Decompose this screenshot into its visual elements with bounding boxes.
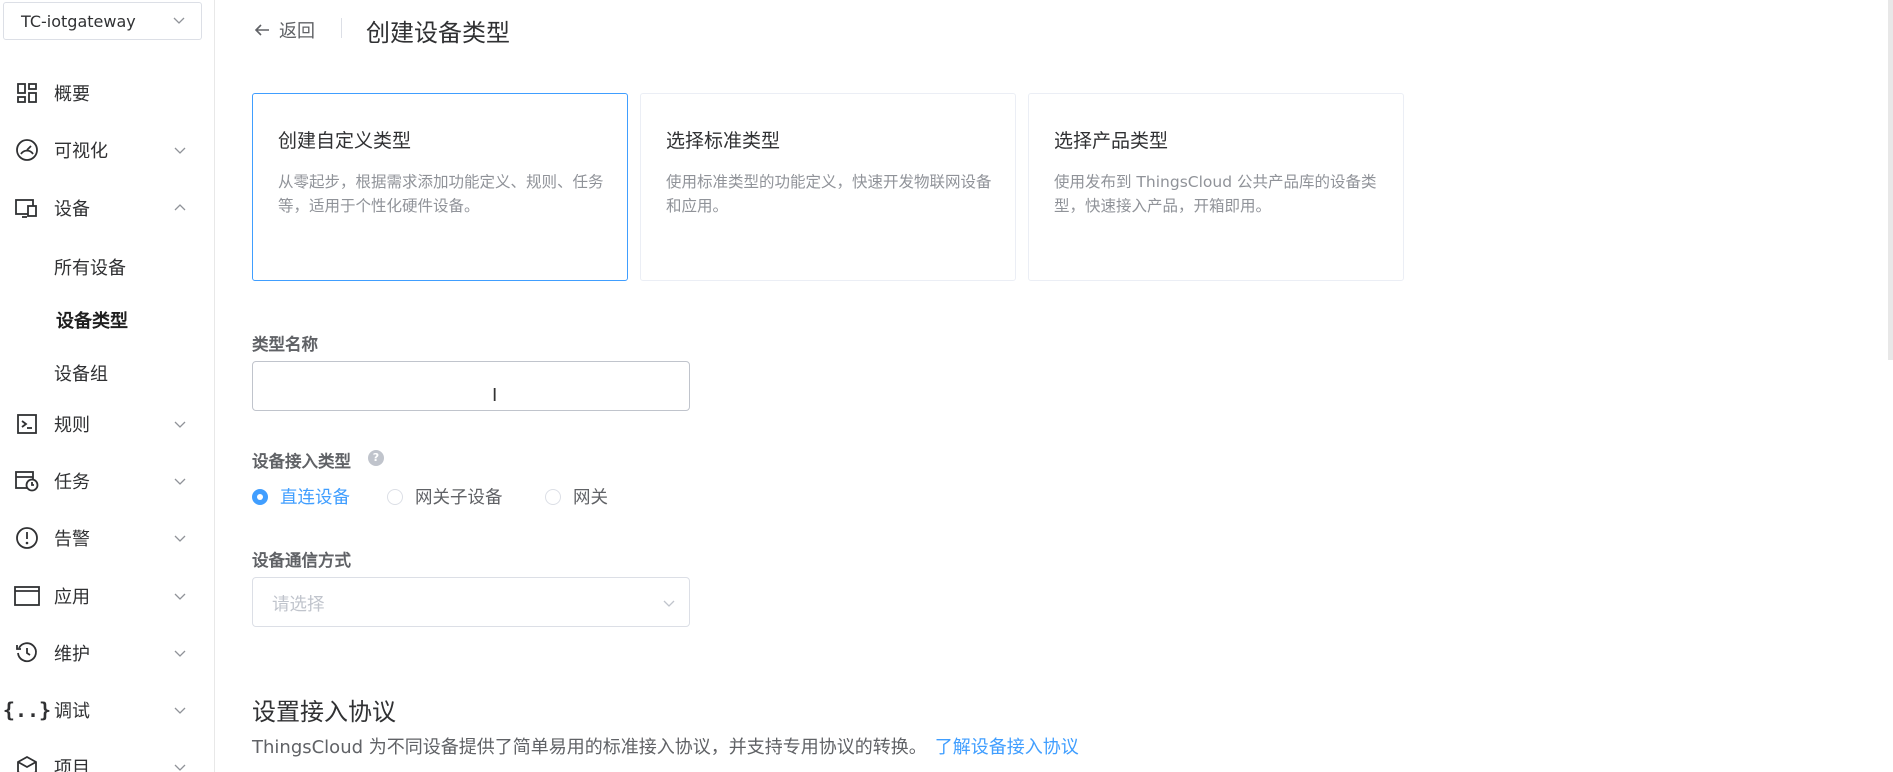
braces-icon: {..} xyxy=(2,698,52,722)
scrollbar[interactable] xyxy=(1888,0,1893,360)
history-icon xyxy=(14,640,40,666)
main-content: 返回 创建设备类型 创建自定义类型 从零起步，根据需求添加功能定义、规则、任务等… xyxy=(215,0,1893,772)
comm-method-label: 设备通信方式 xyxy=(252,551,351,570)
nav-item-tasks[interactable]: 任务 xyxy=(0,461,214,501)
type-name-input[interactable] xyxy=(252,361,690,411)
protocol-desc-text: ThingsCloud 为不同设备提供了简单易用的标准接入协议，并支持专用协议的… xyxy=(252,737,927,758)
back-button[interactable]: 返回 xyxy=(253,17,315,43)
window-icon xyxy=(14,583,40,609)
nav-item-alerts[interactable]: 告警 xyxy=(0,518,214,558)
nav-label: 可视化 xyxy=(54,141,108,162)
devices-icon xyxy=(14,195,40,221)
card-custom-type[interactable]: 创建自定义类型 从零起步，根据需求添加功能定义、规则、任务等，适用于个性化硬件设… xyxy=(252,93,628,281)
chevron-down-icon xyxy=(174,593,186,600)
chevron-down-icon xyxy=(663,600,675,607)
radio-label: 直连设备 xyxy=(280,488,350,508)
nav-item-visualization[interactable]: 可视化 xyxy=(0,130,214,170)
nav-label: 规则 xyxy=(54,415,90,436)
arrow-left-icon xyxy=(254,24,269,36)
nav-item-apps[interactable]: 应用 xyxy=(0,576,214,616)
org-select[interactable]: TC-iotgateway xyxy=(3,2,202,40)
nav-label: 设备 xyxy=(54,199,90,220)
sidebar-item-all-devices[interactable]: 所有设备 xyxy=(54,254,126,280)
radio-dot xyxy=(252,488,268,505)
nav-item-rules[interactable]: 规则 xyxy=(0,404,214,444)
terminal-icon xyxy=(14,411,40,437)
protocol-section-title: 设置接入协议 xyxy=(252,698,396,726)
nav-item-overview[interactable]: 概要 xyxy=(0,73,214,113)
calendar-clock-icon xyxy=(14,468,40,494)
nav-label: 调试 xyxy=(54,701,90,722)
box-icon xyxy=(14,754,40,772)
alert-icon xyxy=(14,525,40,551)
card-title: 选择产品类型 xyxy=(1054,130,1169,152)
sidebar: TC-iotgateway 概要 可视化 设备 所有设备 设备类型 设备组 规则 xyxy=(0,0,215,772)
nav-item-projects[interactable]: 项目 xyxy=(0,747,214,772)
gauge-icon xyxy=(14,137,40,163)
nav-label: 告警 xyxy=(54,529,90,550)
radio-dot xyxy=(387,488,403,505)
radio-direct-device[interactable]: 直连设备 xyxy=(252,484,350,509)
chevron-down-icon xyxy=(174,707,186,714)
text-cursor-icon: I xyxy=(492,385,498,406)
page-title: 创建设备类型 xyxy=(366,19,510,47)
nav-label: 任务 xyxy=(54,472,90,493)
card-desc: 从零起步，根据需求添加功能定义、规则、任务等，适用于个性化硬件设备。 xyxy=(278,173,604,215)
chevron-down-icon xyxy=(174,478,186,485)
access-type-label: 设备接入类型 xyxy=(252,452,351,471)
nav-label: 维护 xyxy=(54,644,90,665)
sidebar-item-device-types[interactable]: 设备类型 xyxy=(56,307,128,333)
card-title: 选择标准类型 xyxy=(666,130,781,152)
chevron-down-icon xyxy=(174,421,186,428)
protocol-section-desc: ThingsCloud 为不同设备提供了简单易用的标准接入协议，并支持专用协议的… xyxy=(252,733,1079,759)
dashboard-icon xyxy=(14,80,40,106)
nav-item-debug[interactable]: {..} 调试 xyxy=(0,690,214,730)
nav-label: 概要 xyxy=(54,84,90,105)
comm-method-select[interactable]: 请选择 xyxy=(252,577,690,627)
card-title: 创建自定义类型 xyxy=(278,130,412,152)
help-icon[interactable]: ? xyxy=(368,450,384,466)
card-desc: 使用标准类型的功能定义，快速开发物联网设备和应用。 xyxy=(666,173,992,215)
chevron-down-icon xyxy=(174,535,186,542)
select-placeholder: 请选择 xyxy=(272,595,325,615)
radio-gateway[interactable]: 网关 xyxy=(545,484,608,509)
learn-protocol-link[interactable]: 了解设备接入协议 xyxy=(935,737,1079,758)
chevron-up-icon xyxy=(174,204,186,211)
card-standard-type[interactable]: 选择标准类型 使用标准类型的功能定义，快速开发物联网设备和应用。 xyxy=(640,93,1016,281)
nav-label: 项目 xyxy=(54,758,90,772)
nav-item-maintenance[interactable]: 维护 xyxy=(0,633,214,673)
chevron-down-icon xyxy=(174,764,186,771)
card-product-type[interactable]: 选择产品类型 使用发布到 ThingsCloud 公共产品库的设备类型，快速接入… xyxy=(1028,93,1404,281)
radio-dot xyxy=(545,488,561,505)
org-name: TC-iotgateway xyxy=(21,11,136,31)
radio-label: 网关 xyxy=(573,488,608,508)
nav-label: 应用 xyxy=(54,587,90,608)
back-label: 返回 xyxy=(279,21,315,42)
chevron-down-icon xyxy=(174,147,186,154)
sidebar-item-device-groups[interactable]: 设备组 xyxy=(54,360,108,386)
chevron-down-icon xyxy=(174,650,186,657)
radio-label: 网关子设备 xyxy=(415,488,503,508)
header-divider xyxy=(341,18,342,38)
chevron-down-icon xyxy=(173,17,185,24)
type-name-label: 类型名称 xyxy=(252,335,318,354)
card-desc: 使用发布到 ThingsCloud 公共产品库的设备类型，快速接入产品，开箱即用… xyxy=(1054,173,1377,215)
radio-gateway-sub-device[interactable]: 网关子设备 xyxy=(387,484,503,509)
nav-item-devices[interactable]: 设备 xyxy=(0,188,214,228)
